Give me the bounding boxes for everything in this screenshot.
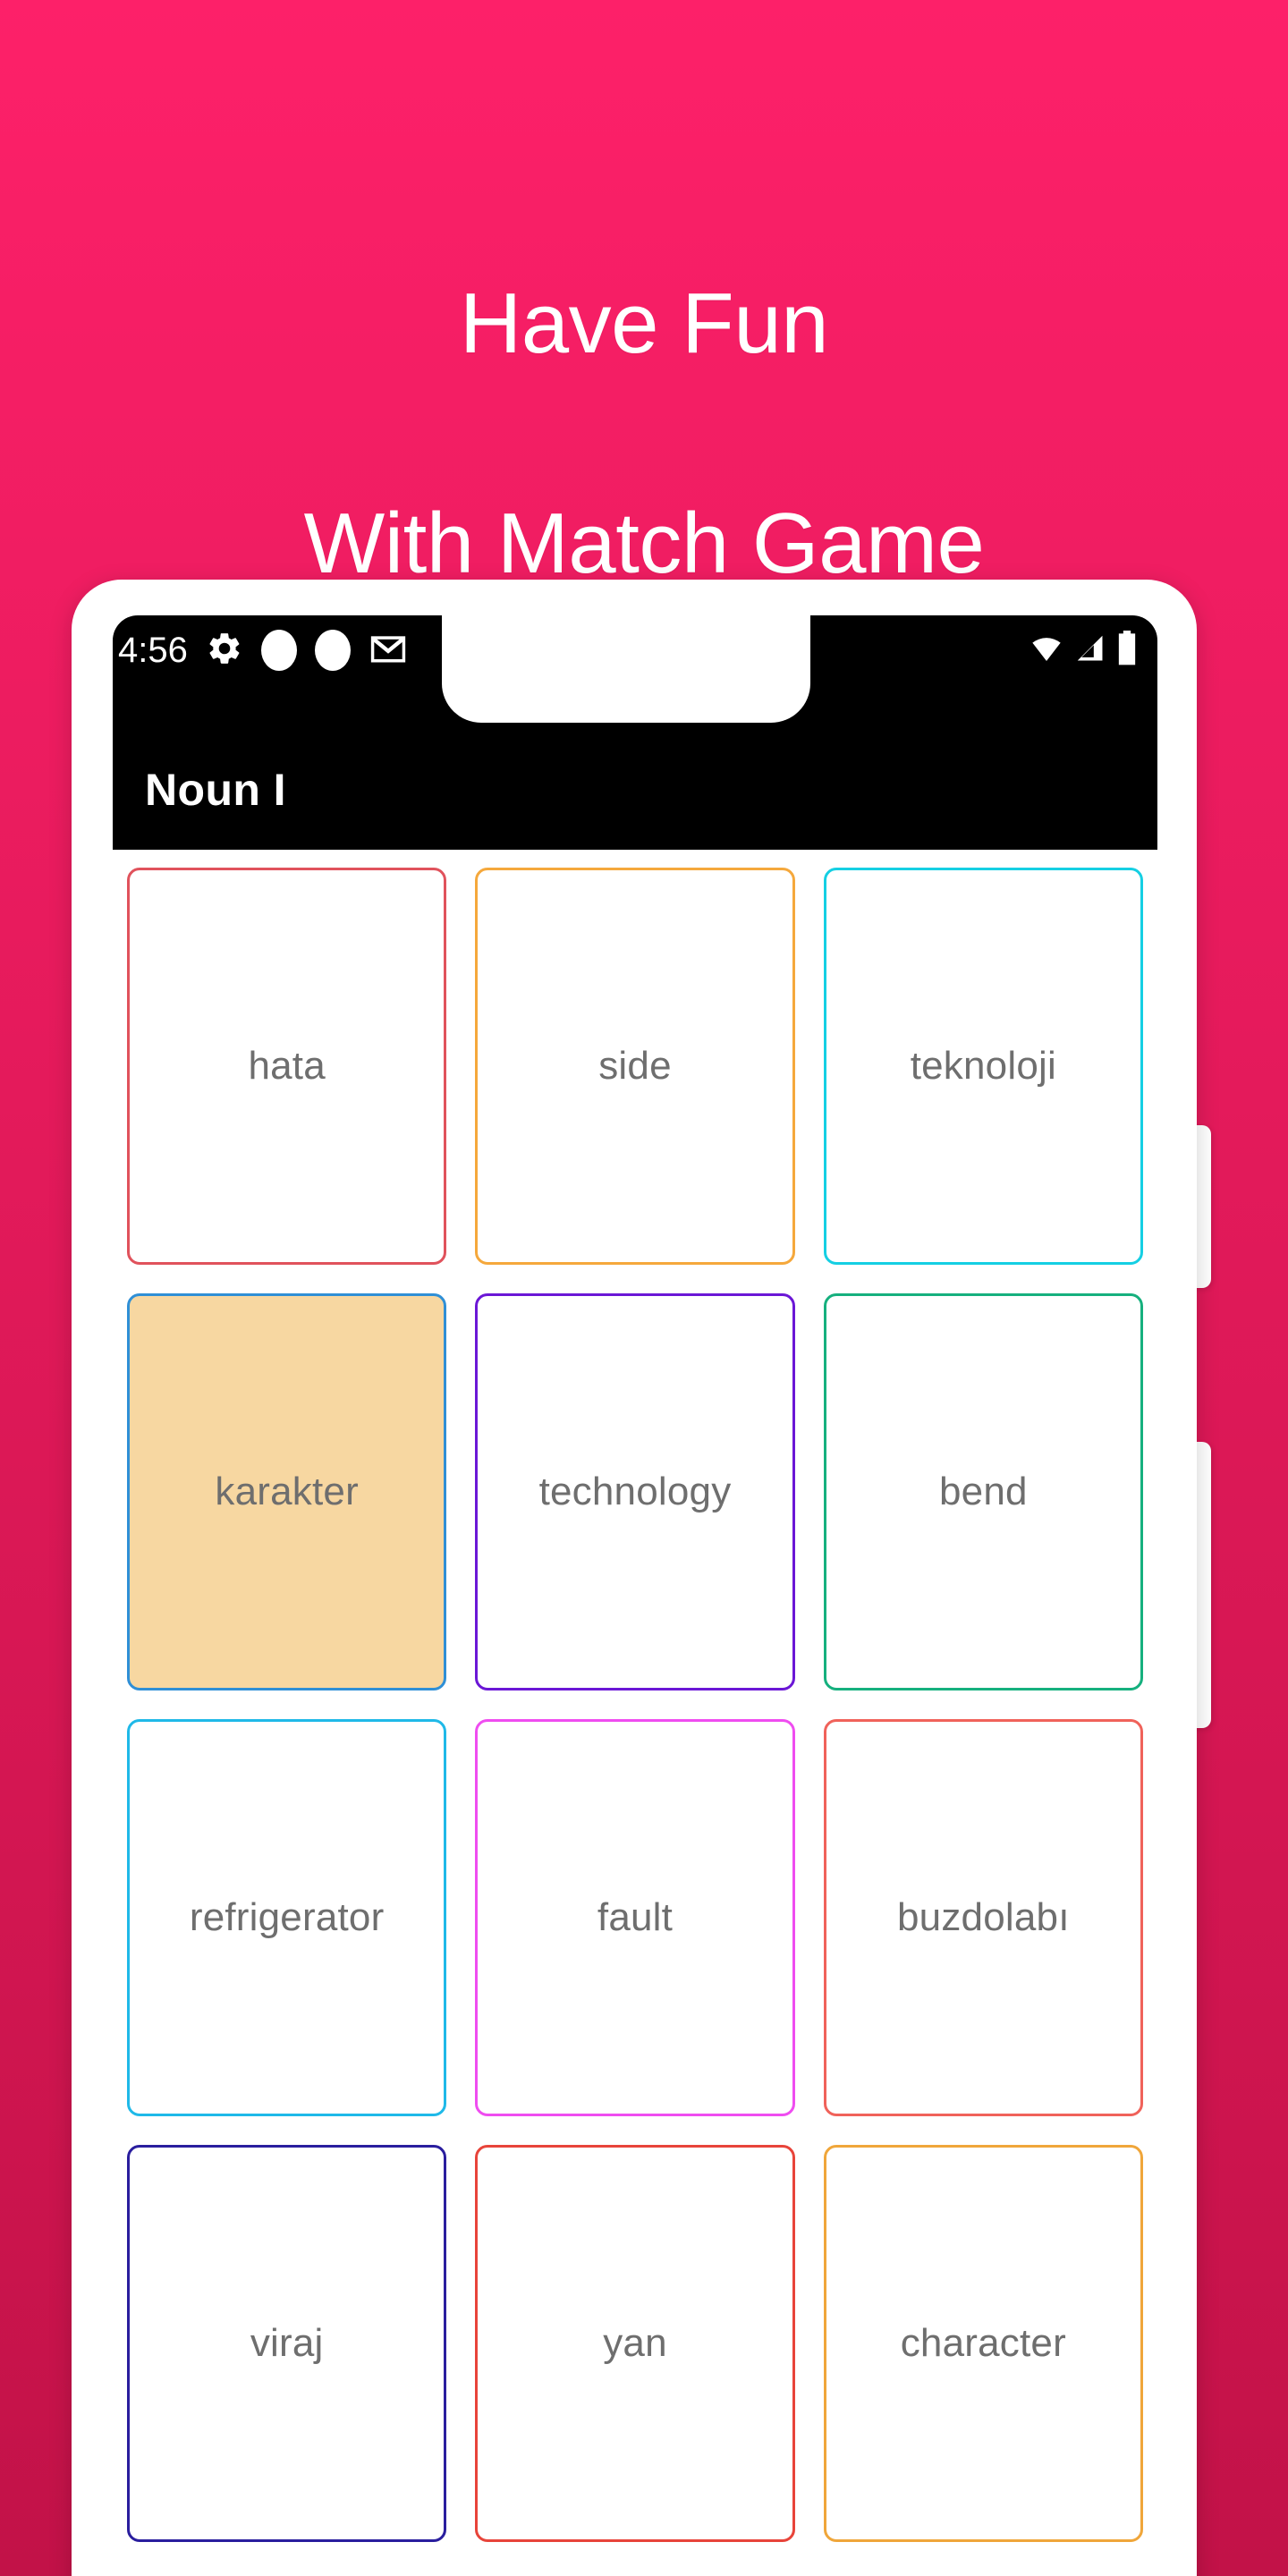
promo-screenshot: Have Fun With Match Game 4:56 Noun I hat… [0,0,1288,2576]
match-card[interactable]: bend [823,1293,1143,1690]
wifi-icon [1029,631,1064,671]
gear-icon [206,630,243,672]
app-bar-title: Noun I [145,765,286,815]
match-card-label: teknoloji [910,1044,1056,1088]
match-card-label: karakter [215,1470,359,1513]
match-card-label: bend [938,1470,1028,1513]
gmail-icon [369,629,408,673]
phone-device-frame: 4:56 Noun I hata side teknoloji karakter… [72,580,1197,2576]
match-card[interactable]: viraj [127,2145,447,2542]
match-card[interactable]: karakter [127,1293,447,1690]
match-card-label: hata [248,1044,326,1088]
status-bar-left-group: 4:56 [113,629,408,673]
match-card[interactable]: technology [475,1293,795,1690]
match-card-label: viraj [250,2321,324,2365]
match-card[interactable]: teknoloji [823,868,1143,1265]
match-card[interactable]: hata [127,868,447,1265]
match-card-label: technology [538,1470,732,1513]
app-bar: 4:56 Noun I [113,615,1157,850]
match-card-label: character [900,2321,1066,2365]
circle-notification-icon [314,630,351,671]
match-card-label: side [598,1044,672,1088]
match-card-label: fault [597,1895,674,1939]
headline-line-1: Have Fun [459,275,829,371]
status-clock: 4:56 [118,630,188,670]
phone-screen: 4:56 Noun I hata side teknoloji karakter… [113,615,1157,2576]
battery-icon [1116,630,1138,671]
match-card-label: yan [603,2321,667,2365]
cell-signal-icon [1073,631,1107,670]
circle-notification-icon [260,630,297,671]
match-card[interactable]: buzdolabı [823,1719,1143,2116]
match-card[interactable]: character [823,2145,1143,2542]
match-card-label: refrigerator [189,1895,385,1939]
match-card[interactable]: refrigerator [127,1719,447,2116]
match-card-label: buzdolabı [897,1895,1070,1939]
match-card-grid: hata side teknoloji karakter technology bend r… [113,850,1157,2542]
match-card[interactable]: fault [475,1719,795,2116]
match-card[interactable]: yan [475,2145,795,2542]
match-card[interactable]: side [475,868,795,1265]
display-notch [442,615,810,723]
status-bar-right-group [1029,630,1157,671]
